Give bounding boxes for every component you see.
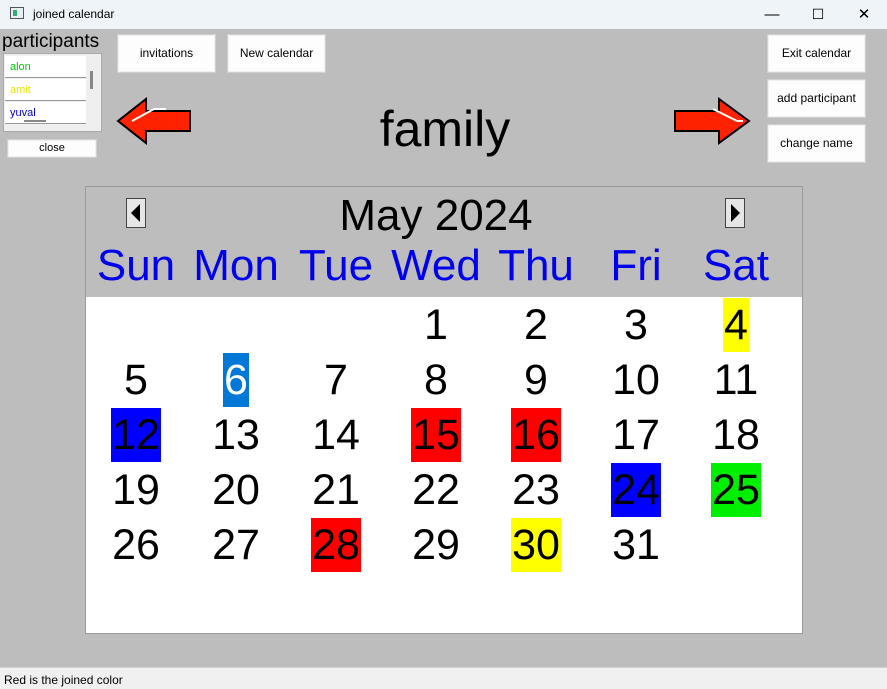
day-number: 3 bbox=[624, 301, 648, 349]
day-cell[interactable]: 18 bbox=[686, 408, 786, 462]
day-cell[interactable]: 11 bbox=[686, 353, 786, 407]
weekday-label: Wed bbox=[391, 241, 481, 290]
minimize-button[interactable]: — bbox=[749, 0, 795, 29]
day-cell[interactable]: 30 bbox=[486, 518, 586, 572]
day-number: 19 bbox=[112, 466, 160, 514]
day-cell[interactable]: 4 bbox=[686, 298, 786, 352]
day-number: 30 bbox=[511, 518, 561, 572]
app-icon bbox=[10, 7, 24, 19]
participants-list[interactable]: alon amit yuval bbox=[3, 53, 102, 132]
participant-item[interactable]: alon bbox=[5, 56, 86, 78]
day-cell[interactable]: 10 bbox=[586, 353, 686, 407]
day-number: 31 bbox=[612, 521, 660, 569]
day-number: 8 bbox=[424, 356, 448, 404]
day-cell[interactable]: 12 bbox=[86, 408, 186, 462]
triangle-right-icon bbox=[731, 204, 740, 222]
triangle-left-icon bbox=[131, 204, 140, 222]
day-number: 23 bbox=[512, 466, 560, 514]
list-vertical-scrollbar[interactable] bbox=[90, 71, 93, 89]
day-cell[interactable]: 25 bbox=[686, 463, 786, 517]
day-number: 4 bbox=[723, 298, 749, 352]
day-cell[interactable]: 27 bbox=[186, 518, 286, 572]
day-cell[interactable]: 26 bbox=[86, 518, 186, 572]
invitations-button[interactable]: invitations bbox=[117, 34, 216, 73]
day-number: 16 bbox=[511, 408, 561, 462]
day-cell[interactable]: 3 bbox=[586, 298, 686, 352]
calendar-header: May 2024 Sun Mon Tue Wed Thu Fri Sat bbox=[86, 187, 802, 297]
day-number: 7 bbox=[324, 356, 348, 404]
day-cell[interactable]: 31 bbox=[586, 518, 686, 572]
list-horizontal-scrollbar[interactable] bbox=[24, 120, 46, 122]
change-name-button[interactable]: change name bbox=[767, 124, 866, 163]
exit-calendar-button[interactable]: Exit calendar bbox=[767, 34, 866, 73]
new-calendar-button[interactable]: New calendar bbox=[227, 34, 326, 73]
day-number: 5 bbox=[124, 356, 148, 404]
day-cell[interactable]: 1 bbox=[386, 298, 486, 352]
day-cell[interactable]: 20 bbox=[186, 463, 286, 517]
participants-title: participants bbox=[2, 31, 100, 52]
maximize-button[interactable]: ☐ bbox=[795, 0, 841, 29]
day-number: 9 bbox=[524, 356, 548, 404]
calendar-name: family bbox=[379, 101, 511, 157]
day-cell[interactable]: 8 bbox=[386, 353, 486, 407]
weekday-label: Tue bbox=[298, 241, 374, 290]
day-number: 6 bbox=[223, 353, 249, 407]
right-arrow-icon[interactable] bbox=[673, 97, 751, 145]
weekday-label: Mon bbox=[193, 241, 279, 290]
close-participants-button[interactable]: close bbox=[7, 139, 97, 158]
next-month-button[interactable] bbox=[725, 198, 745, 228]
day-cell[interactable]: 15 bbox=[386, 408, 486, 462]
day-cell[interactable]: 9 bbox=[486, 353, 586, 407]
weekday-label: Fri bbox=[610, 241, 662, 290]
weekday-label: Thu bbox=[498, 241, 574, 290]
day-cell[interactable]: 28 bbox=[286, 518, 386, 572]
day-cell[interactable]: 13 bbox=[186, 408, 286, 462]
weekday-label: Sat bbox=[702, 241, 770, 290]
day-number: 25 bbox=[711, 463, 761, 517]
day-number: 2 bbox=[524, 301, 548, 349]
day-number: 27 bbox=[212, 521, 260, 569]
day-cell[interactable]: 14 bbox=[286, 408, 386, 462]
day-number: 18 bbox=[712, 411, 760, 459]
day-number: 1 bbox=[424, 301, 448, 349]
month-label: May 2024 bbox=[339, 191, 533, 240]
day-number: 29 bbox=[412, 521, 460, 569]
day-cell[interactable]: 19 bbox=[86, 463, 186, 517]
day-number: 15 bbox=[411, 408, 461, 462]
day-number: 11 bbox=[713, 356, 759, 404]
weekday-label: Sun bbox=[96, 241, 176, 290]
day-number: 10 bbox=[612, 356, 660, 404]
day-number: 17 bbox=[612, 411, 660, 459]
day-cell[interactable]: 5 bbox=[86, 353, 186, 407]
month-calendar[interactable]: May 2024 Sun Mon Tue Wed Thu Fri Sat 123… bbox=[85, 186, 803, 634]
window-title: joined calendar bbox=[33, 7, 115, 21]
day-cell[interactable]: 6 bbox=[186, 353, 286, 407]
day-number: 26 bbox=[112, 521, 160, 569]
day-number: 20 bbox=[212, 466, 260, 514]
day-cell[interactable]: 7 bbox=[286, 353, 386, 407]
add-participant-button[interactable]: add participant bbox=[767, 79, 866, 118]
status-text: Red is the joined color bbox=[4, 673, 123, 687]
day-number: 21 bbox=[312, 466, 360, 514]
day-number: 28 bbox=[311, 518, 361, 572]
status-bar: Red is the joined color bbox=[0, 667, 887, 689]
day-number: 12 bbox=[111, 408, 161, 462]
day-cell[interactable]: 17 bbox=[586, 408, 686, 462]
day-cell[interactable]: 23 bbox=[486, 463, 586, 517]
title-bar: joined calendar — ☐ ✕ bbox=[0, 0, 887, 29]
day-cell[interactable]: 22 bbox=[386, 463, 486, 517]
day-number: 22 bbox=[412, 466, 460, 514]
day-cell[interactable]: 29 bbox=[386, 518, 486, 572]
day-number: 14 bbox=[312, 411, 360, 459]
day-cell[interactable]: 2 bbox=[486, 298, 586, 352]
day-number: 24 bbox=[611, 463, 661, 517]
day-number: 13 bbox=[212, 411, 260, 459]
day-cell[interactable]: 24 bbox=[586, 463, 686, 517]
day-cell[interactable]: 21 bbox=[286, 463, 386, 517]
left-arrow-icon[interactable] bbox=[116, 97, 192, 145]
previous-month-button[interactable] bbox=[126, 198, 146, 228]
close-window-button[interactable]: ✕ bbox=[841, 0, 887, 29]
participant-item[interactable]: amit bbox=[5, 79, 86, 101]
day-cell[interactable]: 16 bbox=[486, 408, 586, 462]
